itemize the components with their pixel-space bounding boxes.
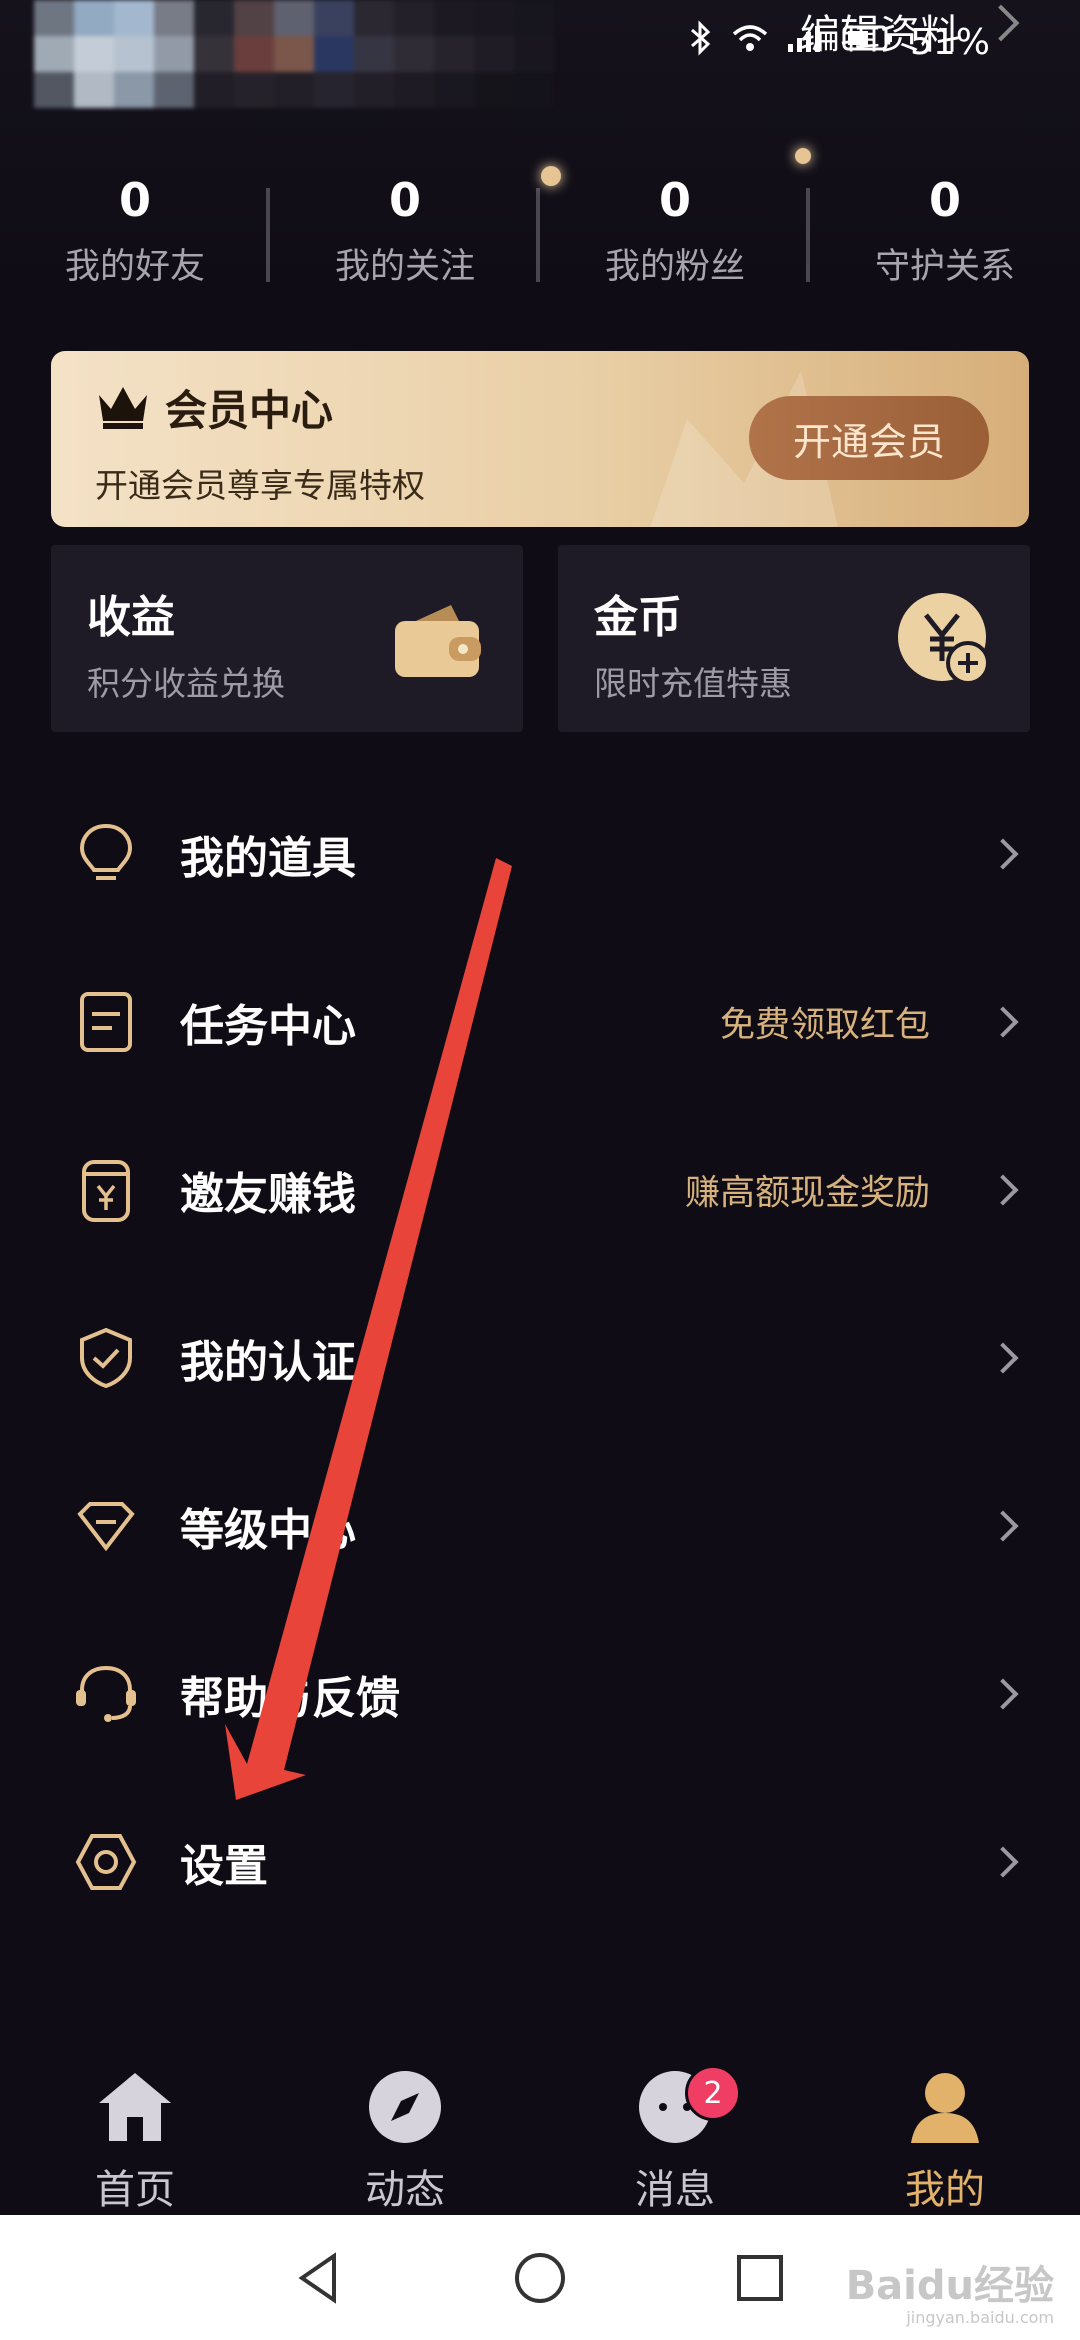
stat-guardian[interactable]: 0 守护关系 bbox=[810, 170, 1080, 300]
home-icon bbox=[95, 2067, 175, 2147]
social-stats: 0 我的好友 0 我的关注 0 我的粉丝 0 守护关系 bbox=[0, 148, 1080, 300]
menu-item-invite-friends[interactable]: 邀友赚钱 赚高额现金奖励 bbox=[0, 1106, 1080, 1274]
menu-label: 帮助与反馈 bbox=[180, 1673, 400, 1724]
menu-item-help-feedback[interactable]: 帮助与反馈 bbox=[0, 1610, 1080, 1778]
back-triangle-icon[interactable] bbox=[290, 2248, 350, 2308]
menu-hint: 赚高额现金奖励 bbox=[684, 1173, 930, 1214]
tab-label: 消息 bbox=[635, 2167, 715, 2213]
tab-me[interactable]: 我的 bbox=[810, 2045, 1080, 2215]
tab-label: 动态 bbox=[365, 2167, 445, 2213]
profile-screen: 51% 编辑资料 0 我的好友 0 我的关注 0 我的粉丝 0 守护关系 会员中… bbox=[0, 0, 1080, 2340]
chevron-right-icon bbox=[987, 1846, 1019, 1878]
stat-value: 0 bbox=[928, 173, 961, 227]
vip-title-row: 会员中心 bbox=[95, 377, 333, 438]
headset-icon bbox=[72, 1660, 140, 1728]
stat-fans[interactable]: 0 我的粉丝 bbox=[540, 170, 810, 300]
menu-label: 邀友赚钱 bbox=[180, 1169, 356, 1220]
vip-center-banner[interactable]: 会员中心 开通会员尊享专属特权 开通会员 bbox=[51, 351, 1029, 527]
system-navigation-bar: Baidu经验 jingyan.baidu.com bbox=[0, 2215, 1080, 2340]
person-icon bbox=[905, 2067, 985, 2147]
watermark-brand: Baidu经验 bbox=[845, 2263, 1054, 2309]
income-card[interactable]: 收益 积分收益兑换 bbox=[51, 545, 523, 732]
edit-profile-link[interactable]: 编辑资料 bbox=[800, 2, 960, 60]
menu-label: 任务中心 bbox=[180, 1001, 356, 1052]
sparkle-dot bbox=[541, 166, 561, 186]
task-list-icon bbox=[72, 988, 140, 1056]
stat-divider bbox=[266, 188, 270, 282]
coins-card[interactable]: 金币 限时充值特惠 bbox=[558, 545, 1030, 732]
menu-item-task-center[interactable]: 任务中心 免费领取红包 bbox=[0, 938, 1080, 1106]
bottom-tab-bar: 首页 动态 2 消息 我的 bbox=[0, 2045, 1080, 2215]
vip-title: 会员中心 bbox=[165, 386, 334, 435]
chevron-right-icon bbox=[987, 838, 1019, 870]
menu-list: 我的道具 任务中心 免费领取红包 邀友赚钱 赚高额现金奖励 我的认证 等级中心 … bbox=[0, 770, 1080, 1946]
sparkle-dot bbox=[795, 148, 811, 164]
menu-item-props[interactable]: 我的道具 bbox=[0, 770, 1080, 938]
tab-feed[interactable]: 动态 bbox=[270, 2045, 540, 2215]
stat-friends[interactable]: 0 我的好友 bbox=[0, 170, 270, 300]
lightbulb-icon bbox=[72, 820, 140, 888]
stat-value: 0 bbox=[118, 173, 151, 227]
diamond-icon bbox=[72, 1492, 140, 1560]
vip-subtitle: 开通会员尊享专属特权 bbox=[95, 466, 425, 505]
home-circle-icon[interactable] bbox=[510, 2248, 570, 2308]
coins-title: 金币 bbox=[594, 592, 682, 643]
settings-hexagon-icon bbox=[72, 1828, 140, 1896]
watermark-domain: jingyan.baidu.com bbox=[906, 2308, 1054, 2327]
crown-icon bbox=[95, 381, 151, 435]
stat-label: 守护关系 bbox=[874, 247, 1015, 287]
money-jar-icon bbox=[72, 1156, 140, 1224]
chevron-right-icon bbox=[987, 1342, 1019, 1374]
tab-messages[interactable]: 2 消息 bbox=[540, 2045, 810, 2215]
menu-item-verification[interactable]: 我的认证 bbox=[0, 1274, 1080, 1442]
stat-value: 0 bbox=[388, 173, 421, 227]
menu-label: 等级中心 bbox=[180, 1505, 356, 1556]
stat-divider bbox=[806, 188, 810, 282]
stat-value: 0 bbox=[658, 173, 691, 227]
menu-hint: 免费领取红包 bbox=[719, 1005, 930, 1046]
compass-icon bbox=[365, 2067, 445, 2147]
chevron-right-icon bbox=[987, 1174, 1019, 1206]
menu-item-settings[interactable]: 设置 bbox=[0, 1778, 1080, 1946]
wallet-icon bbox=[389, 591, 485, 687]
menu-label: 我的认证 bbox=[180, 1337, 356, 1388]
income-subtitle: 积分收益兑换 bbox=[87, 664, 285, 703]
open-membership-button[interactable]: 开通会员 bbox=[749, 396, 989, 480]
coins-subtitle: 限时充值特惠 bbox=[594, 664, 792, 703]
shield-check-icon bbox=[72, 1324, 140, 1392]
menu-label: 设置 bbox=[180, 1841, 268, 1892]
yuan-coin-plus-icon bbox=[896, 591, 992, 687]
stat-label: 我的关注 bbox=[334, 247, 475, 287]
unread-badge: 2 bbox=[685, 2065, 741, 2121]
stat-divider bbox=[536, 188, 540, 282]
chevron-right-icon bbox=[987, 1678, 1019, 1710]
menu-label: 我的道具 bbox=[180, 833, 356, 884]
menu-item-level-center[interactable]: 等级中心 bbox=[0, 1442, 1080, 1610]
stat-following[interactable]: 0 我的关注 bbox=[270, 170, 540, 300]
tab-home[interactable]: 首页 bbox=[0, 2045, 270, 2215]
stat-label: 我的好友 bbox=[64, 247, 205, 287]
tab-label: 首页 bbox=[95, 2167, 175, 2213]
tab-label: 我的 bbox=[905, 2167, 985, 2213]
baidu-jingyan-watermark: Baidu经验 jingyan.baidu.com bbox=[846, 2266, 1054, 2326]
bluetooth-icon bbox=[688, 19, 714, 65]
recents-square-icon[interactable] bbox=[730, 2248, 790, 2308]
chevron-right-icon bbox=[987, 1006, 1019, 1038]
stat-label: 我的粉丝 bbox=[604, 247, 745, 287]
chevron-right-icon bbox=[987, 1510, 1019, 1542]
income-title: 收益 bbox=[87, 592, 175, 643]
wifi-icon bbox=[730, 22, 770, 63]
blurred-profile-avatar bbox=[34, 0, 554, 140]
